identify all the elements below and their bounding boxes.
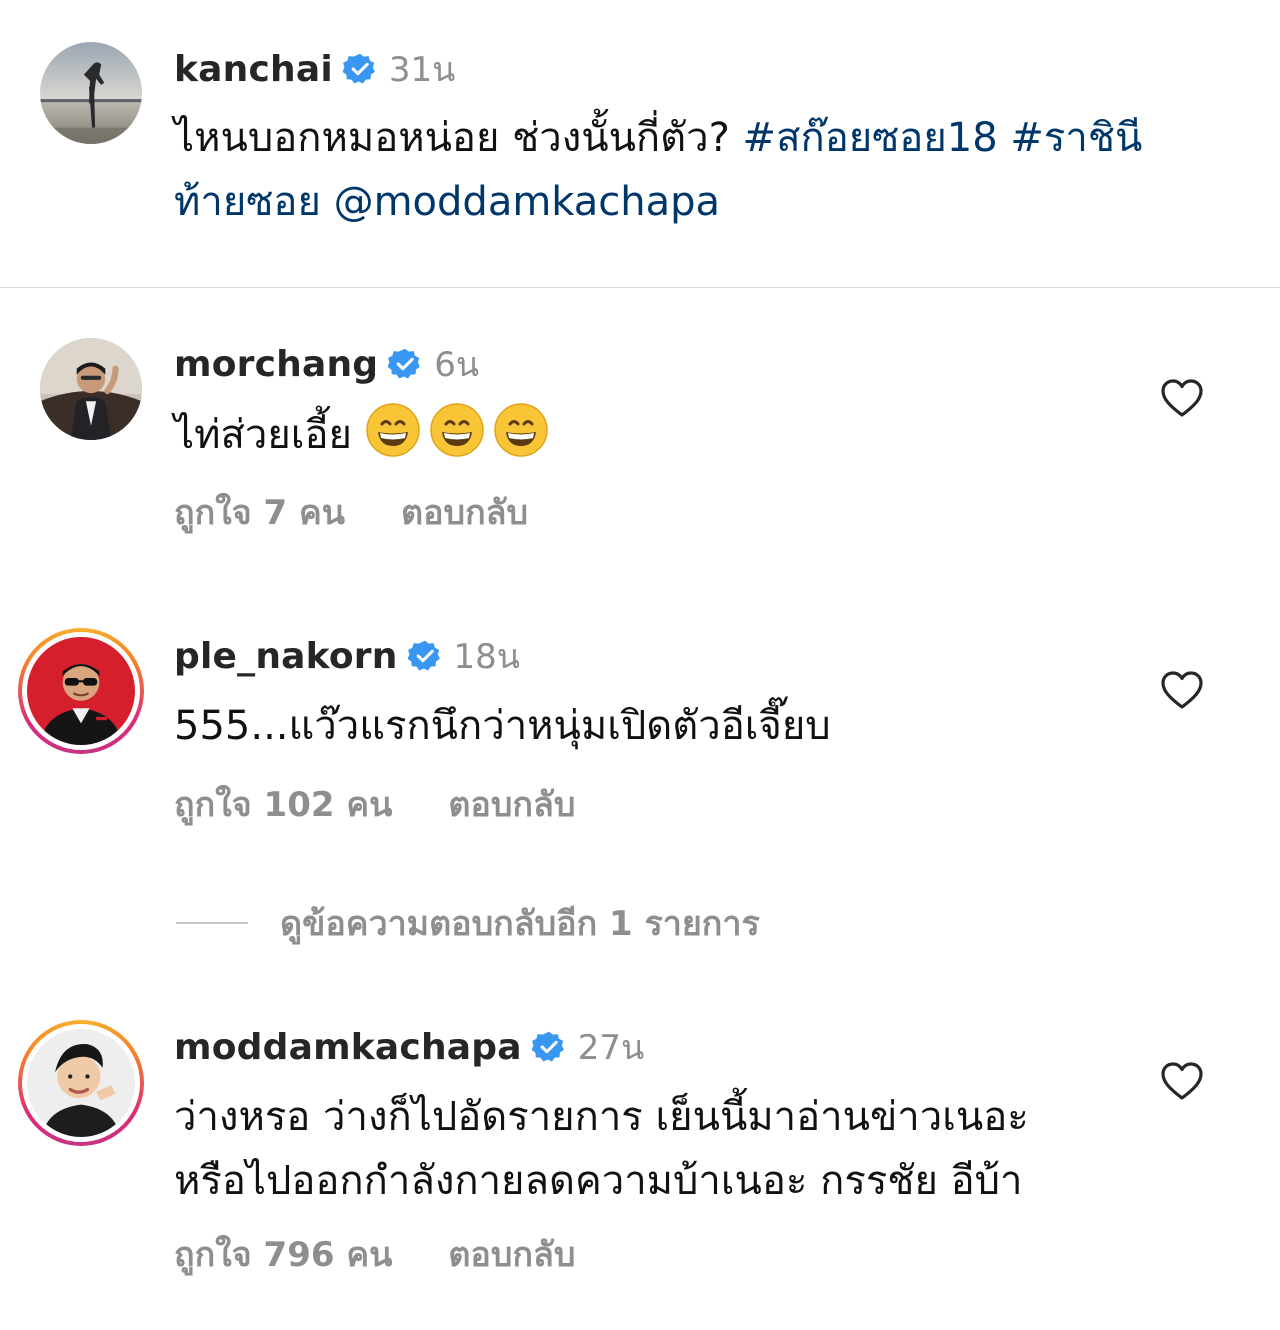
comments-page: kanchai 31น ไหนบอกหมอหน่อย ช่วงนั้นกี่ตั… xyxy=(0,0,1280,1330)
caption-text: ไหนบอกหมอหน่อย ช่วงนั้นกี่ตัว? #สก๊อยซอย… xyxy=(174,106,1214,234)
ple-nakorn-avatar-photo xyxy=(27,637,135,745)
comment-text-line: ว่างหรอ ว่างก็ไปอัดรายการ เย็นนี้มาอ่านข… xyxy=(174,1094,1029,1140)
caption-meta: kanchai 31น xyxy=(174,45,455,93)
verified-badge-icon xyxy=(342,53,375,84)
comment-text: 555...แว๊วแรกนึกว่าหนุ่มเปิดตัวอีเจี๊ยบ xyxy=(174,694,1234,758)
view-more-replies[interactable]: ดูข้อความตอบกลับอีก 1 รายการ xyxy=(176,898,760,948)
comment-meta: moddamkachapa 27น xyxy=(174,1023,644,1071)
comment-text-content: ไท่ส่วยเอี้ย xyxy=(174,412,352,458)
comment-time: 6น xyxy=(434,345,480,385)
like-heart-icon[interactable] xyxy=(1160,378,1204,418)
likes-count[interactable]: ถูกใจ 7 คน xyxy=(174,485,345,539)
comment-time: 18น xyxy=(453,637,521,677)
comment-username[interactable]: ple_nakorn xyxy=(174,636,398,677)
comment-text-line: หรือไปออกกำลังกายลดความบ้าเนอะ กรรชัย อี… xyxy=(174,1158,1023,1204)
hashtag-link[interactable]: #สก๊อยซอย18 xyxy=(743,115,998,161)
verified-badge-icon xyxy=(388,348,421,379)
reply-button[interactable]: ตอบกลับ xyxy=(401,485,528,539)
caption-divider xyxy=(0,287,1280,288)
view-replies-line xyxy=(176,922,248,924)
reply-button[interactable]: ตอบกลับ xyxy=(448,777,575,831)
comment-actions: ถูกใจ 796 คน ตอบกลับ xyxy=(174,1230,575,1278)
view-replies-text[interactable]: ดูข้อความตอบกลับอีก 1 รายการ xyxy=(280,896,760,950)
caption-username[interactable]: kanchai xyxy=(174,49,333,90)
grinning-face-emoji-icon xyxy=(493,403,548,457)
mention-link[interactable]: @moddamkachapa xyxy=(334,179,720,225)
comment-text-content: 555...แว๊วแรกนึกว่าหนุ่มเปิดตัวอีเจี๊ยบ xyxy=(174,703,831,749)
comment-avatar-story-ring[interactable] xyxy=(18,628,144,754)
comment-meta: ple_nakorn 18น xyxy=(174,632,520,680)
caption-avatar[interactable] xyxy=(40,42,142,144)
comment-actions: ถูกใจ 102 คน ตอบกลับ xyxy=(174,780,575,828)
likes-count[interactable]: ถูกใจ 796 คน xyxy=(174,1227,392,1281)
caption-time: 31น xyxy=(388,50,456,90)
verified-badge-icon xyxy=(531,1031,564,1062)
caption-avatar-photo xyxy=(40,42,142,144)
verified-badge-icon xyxy=(407,640,440,671)
comment-username[interactable]: moddamkachapa xyxy=(174,1027,522,1068)
comment-text: ว่างหรอ ว่างก็ไปอัดรายการ เย็นนี้มาอ่านข… xyxy=(174,1085,1234,1213)
comment-avatar[interactable] xyxy=(40,338,142,440)
like-heart-icon[interactable] xyxy=(1160,1061,1204,1101)
comment-text: ไท่ส่วยเอี้ย xyxy=(174,402,1234,467)
grinning-face-emoji-icon xyxy=(429,403,484,457)
likes-count[interactable]: ถูกใจ 102 คน xyxy=(174,777,392,831)
like-heart-icon[interactable] xyxy=(1160,670,1204,710)
morchang-avatar-photo xyxy=(40,338,142,440)
moddamkachapa-avatar-photo xyxy=(27,1029,135,1137)
comment-time: 27น xyxy=(577,1028,645,1068)
comment-actions: ถูกใจ 7 คน ตอบกลับ xyxy=(174,488,528,536)
grinning-face-emoji-icon xyxy=(365,403,420,457)
comment-avatar-story-ring[interactable] xyxy=(18,1020,144,1146)
comment-username[interactable]: morchang xyxy=(174,344,378,385)
reply-button[interactable]: ตอบกลับ xyxy=(448,1227,575,1281)
comment-meta: morchang 6น xyxy=(174,340,479,388)
caption-text-plain: ไหนบอกหมอหน่อย ช่วงนั้นกี่ตัว? xyxy=(174,115,743,161)
